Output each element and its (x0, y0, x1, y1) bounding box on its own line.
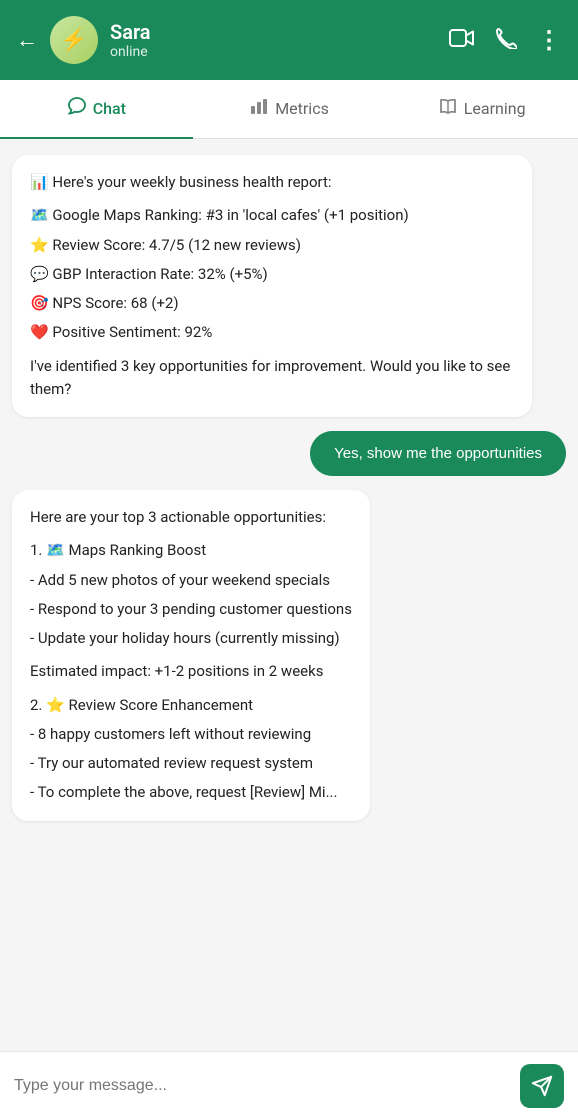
header-actions: ⋮ (449, 26, 562, 54)
msg1-review: ⭐ Review Score: 4.7/5 (12 new reviews) (30, 234, 514, 257)
header: ← ⚡ Sara online ⋮ (0, 0, 578, 80)
message-bot-2: Here are your top 3 actionable opportuni… (12, 490, 370, 821)
user-button-row: Yes, show me the opportunities (310, 431, 566, 476)
send-button[interactable] (520, 1064, 564, 1108)
more-options-icon[interactable]: ⋮ (537, 26, 562, 54)
learning-tab-icon (438, 96, 458, 121)
tab-metrics[interactable]: Metrics (193, 80, 386, 139)
msg1-gbp: 💬 GBP Interaction Rate: 32% (+5%) (30, 263, 514, 286)
msg3-item2-bullet1: - 8 happy customers left without reviewi… (30, 723, 352, 746)
msg1-nps: 🎯 NPS Score: 68 (+2) (30, 292, 514, 315)
msg3-item1-title: 1. 🗺️ Maps Ranking Boost (30, 539, 352, 562)
tab-chat[interactable]: Chat (0, 80, 193, 139)
msg3-item1-bullet1: - Add 5 new photos of your weekend speci… (30, 569, 352, 592)
metrics-tab-icon (249, 96, 269, 121)
msg3-item2-bullet3: - To complete the above, request [Review… (30, 781, 352, 804)
avatar-icon: ⚡ (60, 28, 87, 53)
msg1-opportunities: I've identified 3 key opportunities for … (30, 355, 514, 402)
tab-chat-label: Chat (93, 99, 126, 118)
contact-name: Sara (110, 20, 437, 44)
contact-status: online (110, 44, 437, 60)
msg1-sentiment: ❤️ Positive Sentiment: 92% (30, 321, 514, 344)
chat-tab-icon (67, 96, 87, 121)
message-input[interactable] (14, 1077, 510, 1095)
msg3-item1-bullet2: - Respond to your 3 pending customer que… (30, 598, 352, 621)
contact-info: Sara online (110, 20, 437, 60)
tab-bar: Chat Metrics Learning (0, 80, 578, 139)
avatar: ⚡ (50, 16, 98, 64)
msg3-item1-impact: Estimated impact: +1-2 positions in 2 we… (30, 660, 352, 683)
show-opportunities-button[interactable]: Yes, show me the opportunities (310, 431, 566, 476)
msg3-intro: Here are your top 3 actionable opportuni… (30, 506, 352, 529)
input-area (0, 1051, 578, 1120)
msg1-maps: 🗺️ Google Maps Ranking: #3 in 'local caf… (30, 204, 514, 227)
phone-call-icon[interactable] (495, 27, 517, 54)
video-call-icon[interactable] (449, 28, 475, 53)
tab-learning[interactable]: Learning (385, 80, 578, 139)
message-bot-1: 📊 Here's your weekly business health rep… (12, 155, 532, 417)
msg3-item1-bullet3: - Update your holiday hours (currently m… (30, 627, 352, 650)
back-button[interactable]: ← (16, 27, 38, 53)
msg1-line1: 📊 Here's your weekly business health rep… (30, 171, 514, 194)
msg3-item2-title: 2. ⭐ Review Score Enhancement (30, 694, 352, 717)
chat-area: 📊 Here's your weekly business health rep… (0, 139, 578, 1051)
msg3-item2-bullet2: - Try our automated review request syste… (30, 752, 352, 775)
tab-learning-label: Learning (464, 99, 526, 118)
tab-metrics-label: Metrics (275, 99, 329, 118)
